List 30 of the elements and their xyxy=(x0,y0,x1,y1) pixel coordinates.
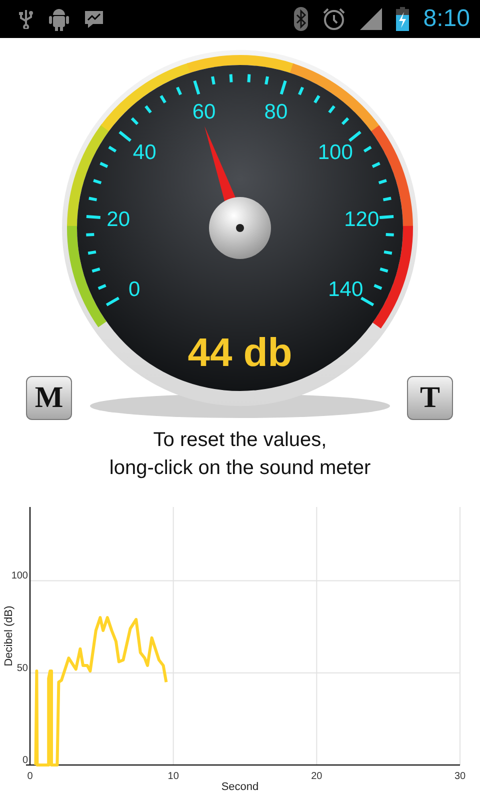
usb-icon xyxy=(18,9,34,29)
chat-icon xyxy=(84,9,104,29)
x-tick-label: 30 xyxy=(454,771,466,782)
y-tick-label: 50 xyxy=(16,662,28,674)
signal-icon xyxy=(360,8,382,30)
dial-label: 40 xyxy=(132,140,156,164)
alarm-icon xyxy=(322,7,346,31)
x-tick-label: 20 xyxy=(311,771,322,782)
t-button[interactable]: T xyxy=(407,376,453,420)
dial-label: 80 xyxy=(264,100,288,124)
clock-time: 8:10 xyxy=(423,5,470,33)
dial-label: 100 xyxy=(318,140,353,164)
battery-icon xyxy=(396,7,410,31)
hint-text: long-click on the sound meter xyxy=(109,456,371,481)
hint-text: To reset the values, xyxy=(153,428,327,453)
y-tick-label: 0 xyxy=(22,755,28,766)
dial-label: 120 xyxy=(344,208,380,231)
y-axis-title: Decibel (dB) xyxy=(3,606,15,666)
needle-hub xyxy=(209,197,271,259)
y-tick-label: 100 xyxy=(11,570,28,582)
x-tick-label: 10 xyxy=(168,771,179,782)
dial-label: 60 xyxy=(192,100,216,124)
x-tick-label: 0 xyxy=(27,771,33,782)
dial-label: 140 xyxy=(328,278,364,301)
m-button[interactable]: M xyxy=(26,376,72,420)
bluetooth-icon xyxy=(294,7,308,31)
decibel-reading: 44 db xyxy=(188,331,292,375)
dial-label: 0 xyxy=(128,278,140,301)
dial-label: 20 xyxy=(106,208,130,231)
x-axis-title: Second xyxy=(221,781,259,793)
